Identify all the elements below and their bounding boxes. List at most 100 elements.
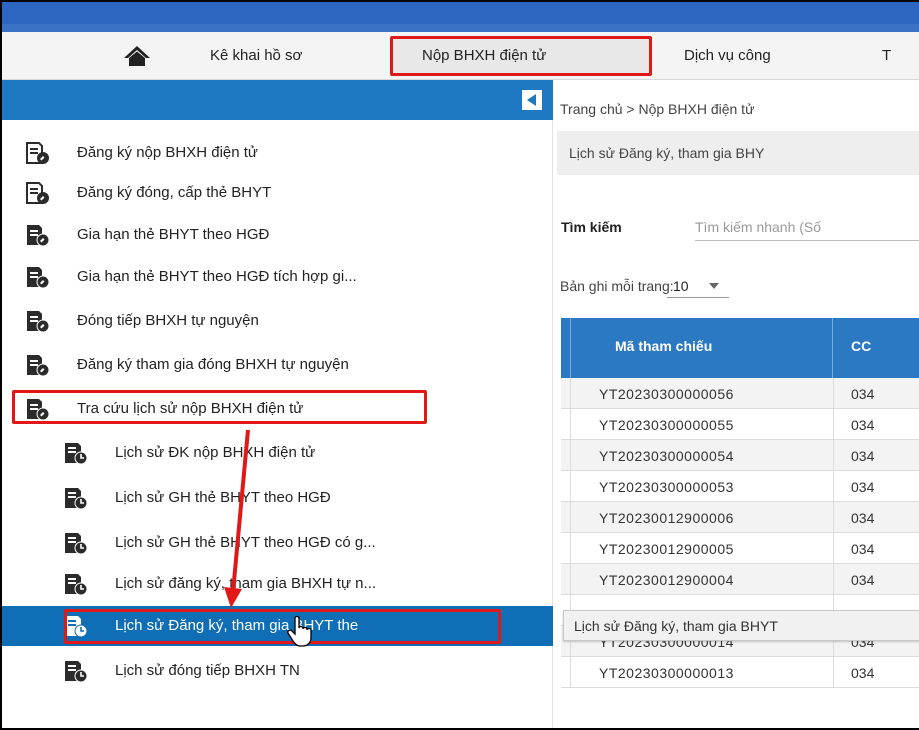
search-label: Tìm kiếm: [561, 219, 622, 235]
sidebar-subitem-lich-su-dang-ky-bhxh[interactable]: Lịch sử đăng ký, tham gia BHXH tự n...: [2, 564, 553, 604]
sidebar-subitem-lich-su-bhyt-active[interactable]: Lịch sử Đăng ký, tham gia BHYT the: [2, 606, 553, 646]
cell-ma-tham-chieu: YT20230300000053: [599, 479, 734, 495]
cell-ma-tham-chieu: YT20230012900005: [599, 541, 734, 557]
top-navigation: Kê khai hồ sơ Nộp BHXH điện tử Dịch vụ c…: [2, 32, 919, 80]
cell-cc: 034: [851, 541, 875, 557]
sidebar-subitem-label: Lịch sử GH thẻ BHYT theo HGĐ: [115, 489, 331, 506]
sidebar-subitem-lich-su-gh-the[interactable]: Lịch sử GH thẻ BHYT theo HGĐ: [2, 478, 553, 518]
table-row[interactable]: YT20230300000055 034: [561, 409, 919, 440]
row-gutter: [561, 409, 571, 440]
sidebar-item-dang-ky-nop-bhxh[interactable]: Đăng ký nộp BHXH điện tử: [2, 133, 553, 173]
table-header-divider: [832, 318, 833, 378]
table-row[interactable]: YT20230012900005 034: [561, 533, 919, 564]
document-history-icon: [62, 441, 88, 465]
table-header: Mã tham chiếu CC: [561, 318, 919, 378]
sidebar-subitem-label: Lịch sử ĐK nộp BHXH điện tử: [115, 444, 316, 461]
document-edit-icon: [24, 141, 50, 165]
app-frame: Kê khai hồ sơ Nộp BHXH điện tử Dịch vụ c…: [0, 0, 919, 730]
sidebar-item-label: Đóng tiếp BHXH tự nguyện: [77, 312, 259, 329]
sidebar-item-label: Đăng ký đóng, cấp thẻ BHYT: [77, 184, 272, 201]
document-history-icon: [62, 659, 88, 683]
sidebar-item-dang-ky-tham-gia-bhxh[interactable]: Đăng ký tham gia đóng BHXH tự nguyện: [2, 345, 553, 385]
table-row[interactable]: YT20230012900004 034: [561, 564, 919, 595]
table-row[interactable]: YT20230300000054 034: [561, 440, 919, 471]
row-gutter: [561, 533, 571, 564]
sidebar-header: [2, 80, 553, 120]
row-gutter: [561, 440, 571, 471]
collapse-left-icon[interactable]: [521, 89, 543, 111]
cell-divider: [833, 409, 834, 440]
document-history-icon: [62, 614, 88, 638]
sidebar-item-gia-han-tich-hop[interactable]: Gia hạn thẻ BHYT theo HGĐ tích hợp gi...: [2, 257, 553, 297]
sidebar-subitem-label: Lịch sử đóng tiếp BHXH TN: [115, 662, 300, 679]
cell-divider: [833, 657, 834, 688]
document-edit-icon: [24, 397, 50, 421]
document-history-icon: [62, 486, 88, 510]
column-header-ma-tham-chieu[interactable]: Mã tham chiếu: [615, 338, 712, 354]
page-size-value: 10: [673, 278, 689, 294]
sidebar-item-label: Đăng ký tham gia đóng BHXH tự nguyện: [77, 356, 349, 373]
cell-cc: 034: [851, 510, 875, 526]
sidebar-subitem-lich-su-dk-nop[interactable]: Lịch sử ĐK nộp BHXH điện tử: [2, 433, 553, 473]
page-size-label: Bản ghi mỗi trang:: [560, 278, 674, 294]
table-row[interactable]: YT20230012900006 034: [561, 502, 919, 533]
row-gutter: [561, 378, 571, 409]
column-header-cc[interactable]: CC: [851, 338, 871, 354]
cell-ma-tham-chieu: YT20230300000013: [599, 665, 734, 681]
document-edit-icon: [24, 223, 50, 247]
cell-cc: 034: [851, 448, 875, 464]
cell-cc: 034: [851, 479, 875, 495]
sidebar-subitem-label: Lịch sử Đăng ký, tham gia BHYT the: [115, 617, 359, 634]
nav-item-truncated[interactable]: T: [882, 47, 891, 64]
breadcrumb[interactable]: Trang chủ > Nộp BHXH điện tử: [560, 101, 754, 117]
table-header-gutter: [561, 318, 571, 378]
cell-cc: 034: [851, 417, 875, 433]
cell-ma-tham-chieu: YT20230300000054: [599, 448, 734, 464]
row-gutter: [561, 564, 571, 595]
sidebar-subitem-lich-su-dong-tiep[interactable]: Lịch sử đóng tiếp BHXH TN: [2, 651, 553, 691]
table-row[interactable]: YT20230300000013 034: [561, 657, 919, 688]
document-edit-icon: [24, 265, 50, 289]
document-edit-icon: [24, 181, 50, 205]
document-history-icon: [62, 531, 88, 555]
top-strip-dark: [2, 2, 919, 24]
cell-ma-tham-chieu: YT20230012900004: [599, 572, 734, 588]
cell-ma-tham-chieu: YT20230300000056: [599, 386, 734, 402]
sidebar-subitem-label: Lịch sử GH thẻ BHYT theo HGĐ có g...: [115, 534, 376, 551]
nav-ke-khai-ho-so[interactable]: Kê khai hồ sơ: [210, 47, 302, 64]
sidebar-item-tra-cuu-lich-su[interactable]: Tra cứu lịch sử nộp BHXH điện tử: [2, 389, 553, 429]
sidebar-subitem-lich-su-gh-co-g[interactable]: Lịch sử GH thẻ BHYT theo HGĐ có g...: [2, 523, 553, 563]
cell-cc: 034: [851, 665, 875, 681]
cell-divider: [833, 471, 834, 502]
row-gutter: [561, 657, 571, 688]
page-title-box: Lịch sử Đăng ký, tham gia BHY: [557, 131, 919, 175]
table-row[interactable]: YT20230300000056 034: [561, 378, 919, 409]
sidebar-item-label: Tra cứu lịch sử nộp BHXH điện tử: [77, 400, 304, 417]
tooltip-text: Lịch sử Đăng ký, tham gia BHYT: [574, 618, 778, 634]
sidebar-subitem-label: Lịch sử đăng ký, tham gia BHXH tự n...: [115, 575, 377, 592]
cell-divider: [833, 564, 834, 595]
cell-cc: 034: [851, 572, 875, 588]
search-input[interactable]: [695, 213, 919, 241]
row-gutter: [561, 471, 571, 502]
document-history-icon: [62, 572, 88, 596]
sidebar-item-dong-tiep-bhxh[interactable]: Đóng tiếp BHXH tự nguyện: [2, 301, 553, 341]
chevron-down-icon: [709, 283, 719, 289]
sidebar-item-label: Gia hạn thẻ BHYT theo HGĐ tích hợp gi...: [77, 268, 357, 285]
table-row[interactable]: YT20230300000053 034: [561, 471, 919, 502]
cell-divider: [833, 440, 834, 471]
nav-dich-vu-cong[interactable]: Dịch vụ công: [684, 47, 771, 64]
document-edit-icon: [24, 309, 50, 333]
row-gutter: [561, 502, 571, 533]
cell-ma-tham-chieu: YT20230012900006: [599, 510, 734, 526]
page-size-select[interactable]: 10: [667, 270, 729, 298]
sidebar-item-label: Đăng ký nộp BHXH điện tử: [77, 144, 258, 161]
home-icon[interactable]: [122, 44, 152, 68]
cell-divider: [833, 533, 834, 564]
nav-nop-bhxh-dien-tu[interactable]: Nộp BHXH điện tử: [422, 47, 546, 64]
sidebar-item-dang-ky-dong-cap-the[interactable]: Đăng ký đóng, cấp thẻ BHYT: [2, 173, 553, 213]
hand-cursor-icon: [286, 615, 316, 647]
sidebar-item-gia-han-the[interactable]: Gia hạn thẻ BHYT theo HGĐ: [2, 215, 553, 255]
cell-divider: [833, 378, 834, 409]
document-edit-icon: [24, 353, 50, 377]
